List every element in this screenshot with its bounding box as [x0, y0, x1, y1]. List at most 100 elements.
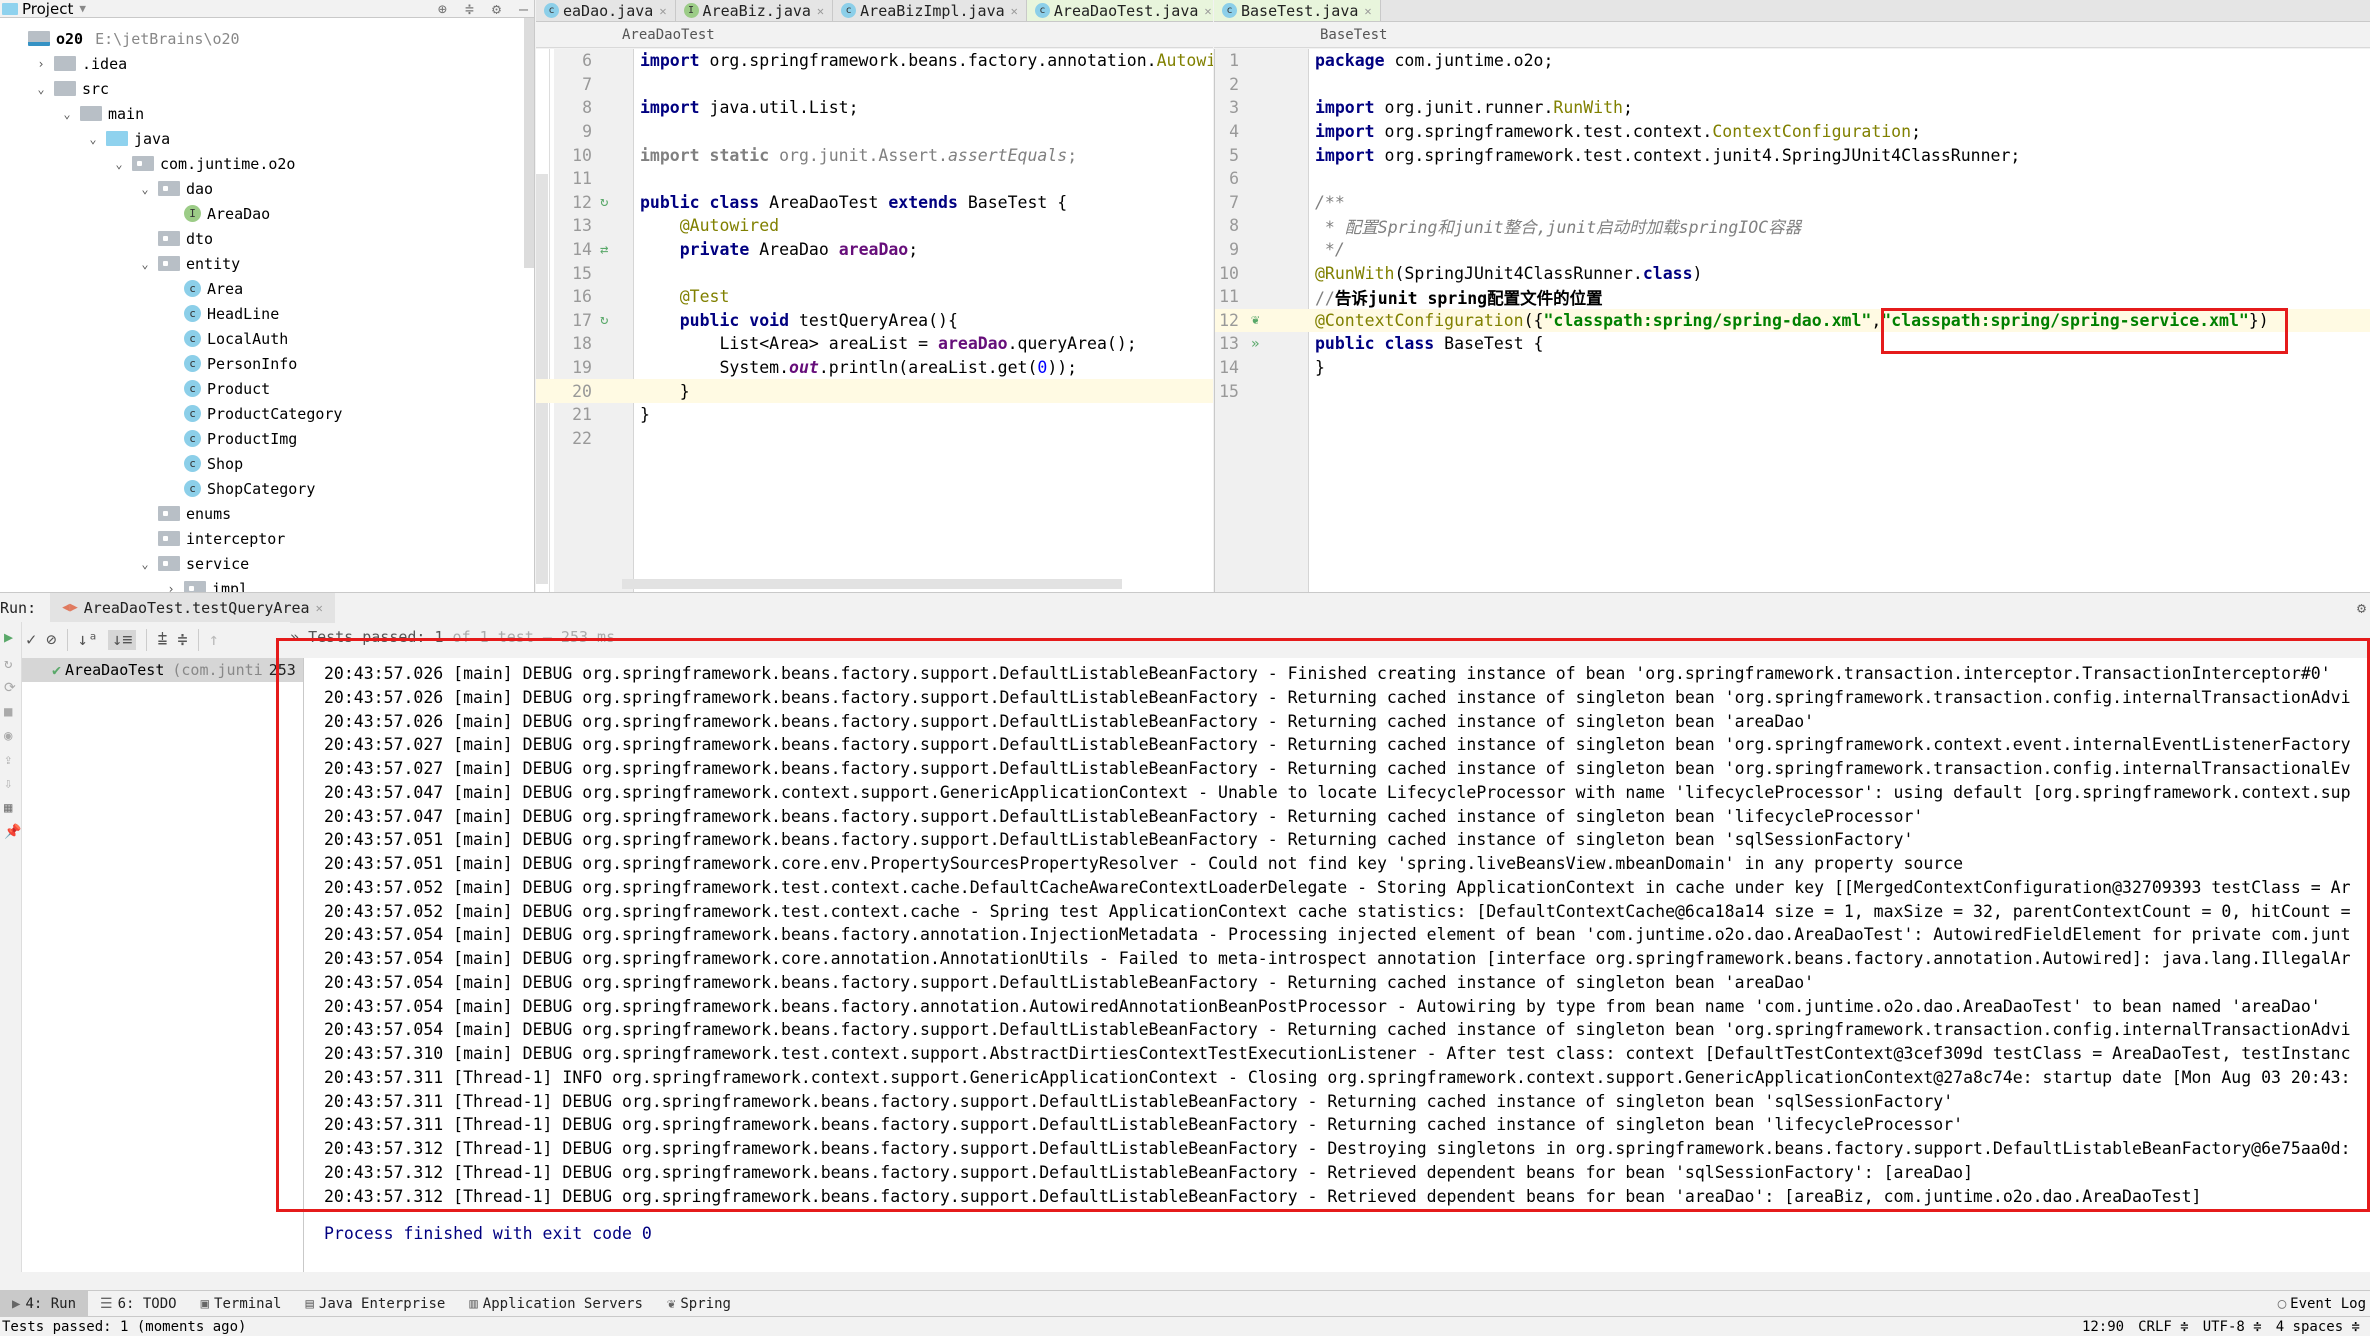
hide-panel-icon[interactable]: —: [519, 0, 528, 18]
tree-item--idea[interactable]: › .idea: [0, 51, 524, 76]
editor-tab[interactable]: I AreaBiz.java ✕: [676, 0, 834, 21]
rerun-failed-icon[interactable]: ↻: [0, 652, 21, 676]
console-output[interactable]: 20:43:57.026 [main] DEBUG org.springfram…: [304, 658, 2370, 1272]
locate-file-icon[interactable]: ⊕: [438, 0, 447, 18]
close-icon[interactable]: ✕: [1364, 4, 1371, 18]
encoding-selector[interactable]: UTF-8 ≑: [2203, 1319, 2262, 1335]
code-line[interactable]: 3 import org.junit.runner.RunWith;: [1215, 96, 2370, 120]
code-line[interactable]: 20 }: [536, 379, 1213, 403]
tree-item-com-juntime-o2o[interactable]: ⌄ com.juntime.o2o: [0, 151, 524, 176]
caret-position[interactable]: 12:90: [2082, 1319, 2124, 1335]
spring-bean-icon[interactable]: ❦: [1251, 312, 1259, 328]
tree-item-headline[interactable]: c HeadLine: [0, 301, 524, 326]
code-line[interactable]: 13 public class BaseTest {»: [1215, 332, 2370, 356]
tree-item-service[interactable]: ⌄ service: [0, 551, 524, 576]
tree-item-enums[interactable]: enums: [0, 501, 524, 526]
camera-icon[interactable]: ◉: [0, 724, 21, 748]
layout-icon[interactable]: ▦: [0, 796, 21, 820]
gear-icon[interactable]: ⚙: [492, 0, 501, 18]
chevron-down-icon[interactable]: ⌄: [112, 157, 126, 171]
tree-item-areadao[interactable]: I AreaDao: [0, 201, 524, 226]
tree-item-dao[interactable]: ⌄ dao: [0, 176, 524, 201]
left-code-editor[interactable]: 6 import org.springframework.beans.factor…: [536, 49, 1213, 592]
editor-tab[interactable]: c BaseTest.java ✕: [1214, 0, 1381, 21]
code-line[interactable]: 2: [1215, 73, 2370, 97]
previous-failed-icon[interactable]: ↑: [209, 630, 219, 650]
collapse-all-icon[interactable]: ≑: [465, 0, 474, 18]
code-line[interactable]: 10 import static org.junit.Assert.assertE…: [536, 143, 1213, 167]
code-line[interactable]: 9 */: [1215, 238, 2370, 262]
expand-all-icon[interactable]: ⩲: [157, 630, 167, 650]
code-line[interactable]: 7: [536, 73, 1213, 97]
code-line[interactable]: 15: [1215, 379, 2370, 403]
close-icon[interactable]: ✕: [1011, 4, 1018, 18]
code-line[interactable]: 22: [536, 427, 1213, 451]
chevron-down-icon[interactable]: ⌄: [138, 557, 152, 571]
event-log-button[interactable]: ◯ Event Log: [2278, 1296, 2366, 1312]
tool-window-button-spring[interactable]: ❦ Spring: [655, 1291, 743, 1317]
tree-item-shopcategory[interactable]: c ShopCategory: [0, 476, 524, 501]
code-line[interactable]: 6: [1215, 167, 2370, 191]
sort-duration-icon[interactable]: ↓≡: [107, 630, 137, 650]
close-icon[interactable]: ✕: [1204, 4, 1211, 18]
code-line[interactable]: 15: [536, 261, 1213, 285]
status-message[interactable]: Tests passed: 1 (moments ago): [2, 1319, 246, 1335]
code-line[interactable]: 21}: [536, 403, 1213, 427]
tool-window-button-6-todo[interactable]: ☰ 6: TODO: [88, 1291, 189, 1317]
editor-tab[interactable]: c AreaBizImpl.java ✕: [833, 0, 1027, 21]
tree-item-productimg[interactable]: c ProductImg: [0, 426, 524, 451]
tree-item-product[interactable]: c Product: [0, 376, 524, 401]
code-line[interactable]: 7 /**: [1215, 191, 2370, 215]
chevron-down-icon[interactable]: ⌄: [86, 132, 100, 146]
tool-window-button-terminal[interactable]: ▣ Terminal: [189, 1291, 294, 1317]
run-class-icon[interactable]: »: [1251, 336, 1259, 352]
run-test-icon[interactable]: ↻: [600, 194, 608, 210]
code-line[interactable]: 4 import org.springframework.test.context…: [1215, 120, 2370, 144]
tree-item-entity[interactable]: ⌄ entity: [0, 251, 524, 276]
collapse-all-icon[interactable]: ≑: [177, 630, 187, 650]
right-code-editor[interactable]: 1 package com.juntime.o2o; 2 3 import org.ju…: [1214, 49, 2370, 592]
tree-item-productcategory[interactable]: c ProductCategory: [0, 401, 524, 426]
close-icon[interactable]: ✕: [817, 4, 824, 18]
chevron-down-icon[interactable]: ⌄: [60, 107, 74, 121]
tree-item-dto[interactable]: dto: [0, 226, 524, 251]
close-icon[interactable]: ✕: [659, 4, 666, 18]
code-line[interactable]: 17 public void testQueryArea(){↻: [536, 309, 1213, 333]
tree-item-main[interactable]: ⌄ main: [0, 101, 524, 126]
tree-item-personinfo[interactable]: c PersonInfo: [0, 351, 524, 376]
project-view-selector[interactable]: Project: [22, 0, 73, 18]
tree-item-localauth[interactable]: c LocalAuth: [0, 326, 524, 351]
close-icon[interactable]: ✕: [316, 601, 323, 615]
breadcrumb-item[interactable]: BaseTest: [1320, 27, 1387, 43]
export-icon[interactable]: ⇪: [0, 748, 21, 772]
editor-tab[interactable]: c AreaDaoTest.java ✕: [1026, 0, 1213, 21]
code-line[interactable]: 12 @ContextConfiguration({"classpath:spri…: [1215, 308, 2370, 333]
rerun-icon[interactable]: ▶: [0, 622, 21, 652]
tree-item-java[interactable]: ⌄ java: [0, 126, 524, 151]
chevron-down-icon[interactable]: ⌄: [138, 182, 152, 196]
show-passed-icon[interactable]: ✓: [26, 630, 36, 650]
project-scrollbar[interactable]: [524, 18, 534, 268]
code-line[interactable]: 18 List<Area> areaList = areaDao.queryAr…: [536, 332, 1213, 356]
show-ignored-icon[interactable]: ⊘: [46, 630, 56, 650]
code-line[interactable]: 19 System.out.println(areaList.get(0));: [536, 356, 1213, 380]
code-line[interactable]: 5 import org.springframework.test.context…: [1215, 143, 2370, 167]
editor-tab[interactable]: c eaDao.java ✕: [536, 0, 676, 21]
chevron-down-icon[interactable]: ⌄: [138, 257, 152, 271]
chevron-down-icon[interactable]: ⌄: [34, 82, 48, 96]
code-line[interactable]: 11 //告诉junit spring配置文件的位置: [1215, 285, 2370, 309]
import-icon[interactable]: ⇩: [0, 772, 21, 796]
left-editor-hscroll-thumb[interactable]: [622, 579, 1122, 589]
tool-window-button-application-servers[interactable]: ▥ Application Servers: [457, 1291, 655, 1317]
navigate-autowired-icon[interactable]: ⇄: [600, 242, 608, 258]
toggle-auto-test-icon[interactable]: ⟳: [0, 676, 21, 700]
run-config-tab[interactable]: ◀▶ AreaDaoTest.testQueryArea ✕: [50, 592, 335, 623]
breadcrumb-item[interactable]: AreaDaoTest: [622, 27, 715, 43]
tree-item-shop[interactable]: c Shop: [0, 451, 524, 476]
tree-item-interceptor[interactable]: interceptor: [0, 526, 524, 551]
indent-selector[interactable]: 4 spaces ≑: [2276, 1319, 2360, 1335]
test-result-row[interactable]: ✔AreaDaoTest (com.junti 253 ms: [22, 658, 303, 682]
code-line[interactable]: 14 private AreaDao areaDao; ⇄: [536, 238, 1213, 262]
code-line[interactable]: 1 package com.juntime.o2o;: [1215, 49, 2370, 73]
tree-item-area[interactable]: c Area: [0, 276, 524, 301]
